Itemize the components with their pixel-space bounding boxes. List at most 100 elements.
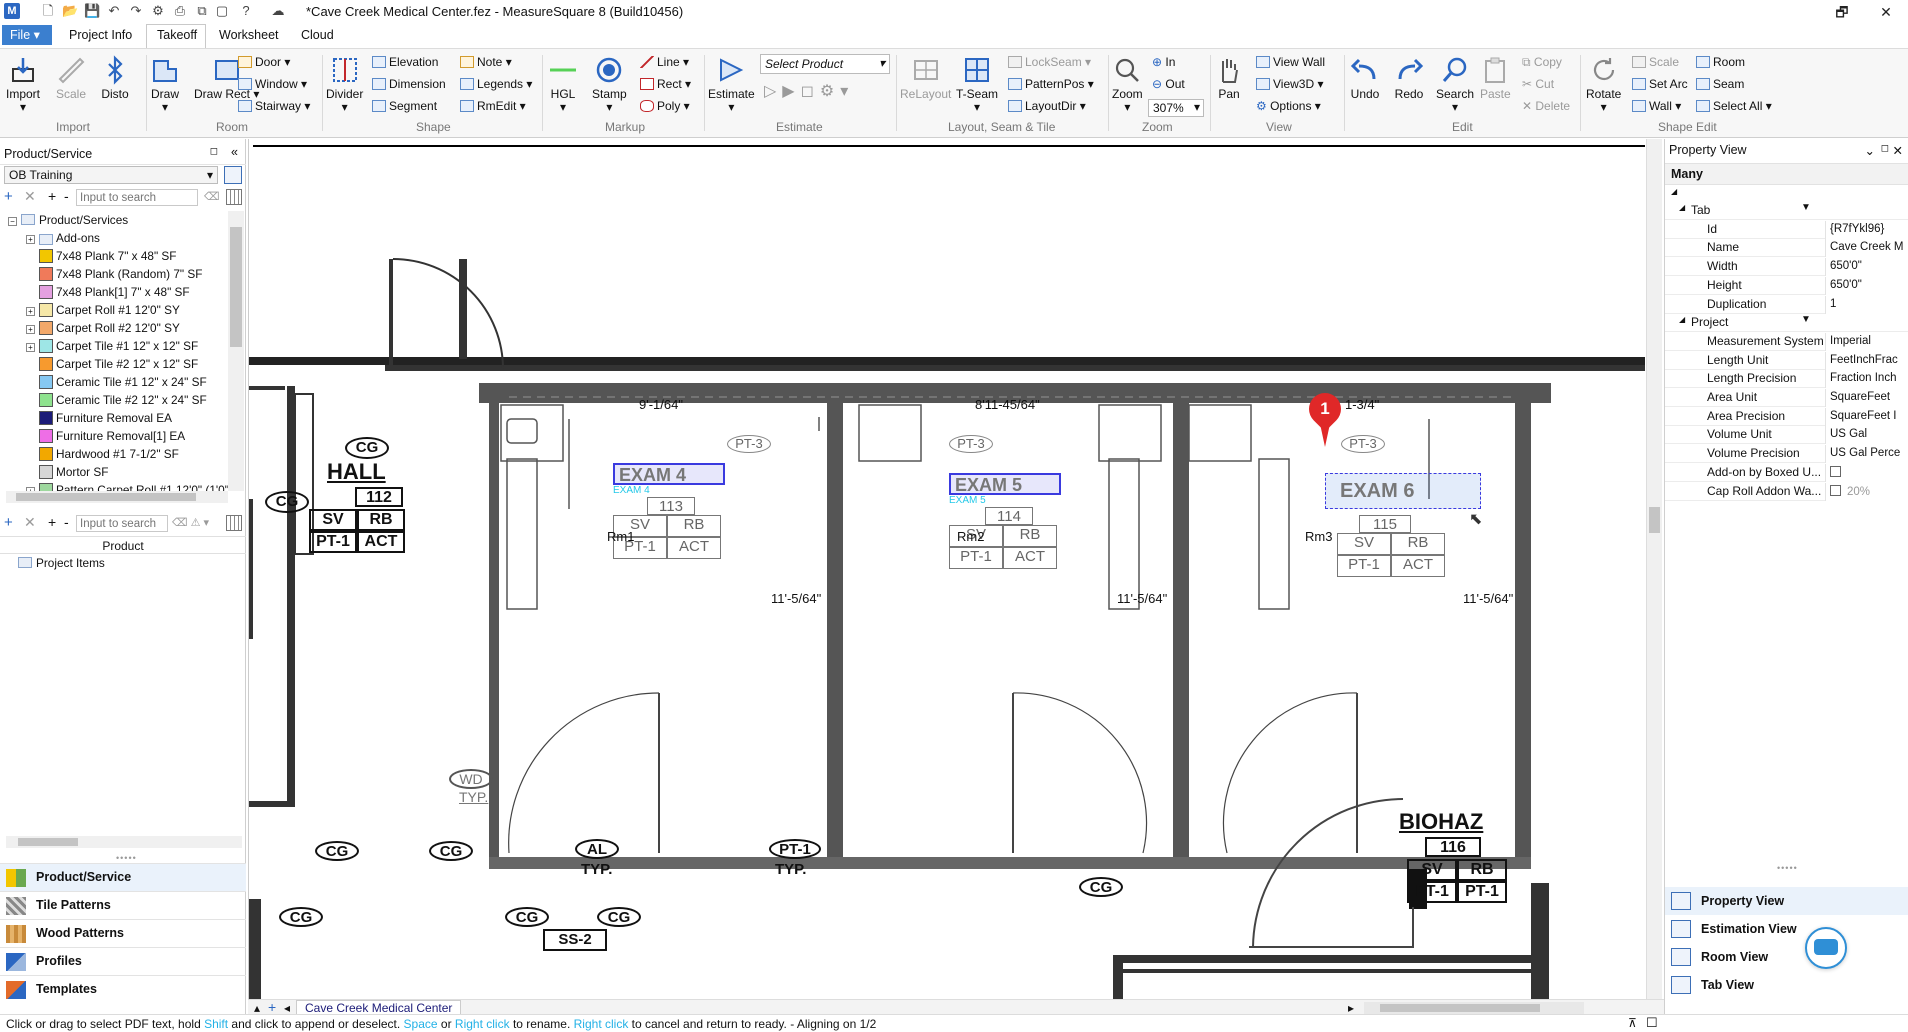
tab-project-info[interactable]: Project Info bbox=[69, 28, 132, 42]
seam-button[interactable]: Seam bbox=[1696, 76, 1744, 92]
property-value[interactable]: {R7fYkl96} bbox=[1825, 220, 1908, 239]
expand-icon[interactable]: + bbox=[26, 235, 35, 244]
list-item[interactable]: +Ceramic Tile #2 12" x 24" SF bbox=[26, 391, 207, 409]
expand-icon[interactable]: + bbox=[26, 325, 35, 334]
filter-icon[interactable]: ▼ bbox=[1801, 202, 1811, 213]
draw-button[interactable]: Draw ▾ bbox=[150, 55, 180, 114]
remove-item-icon[interactable]: ✕ bbox=[24, 514, 36, 531]
project-search-input[interactable] bbox=[76, 515, 168, 532]
property-value[interactable]: Fraction Inch bbox=[1825, 370, 1908, 389]
property-value[interactable]: Cave Creek M bbox=[1825, 239, 1908, 258]
list-item[interactable]: + Carpet Roll #2 12'0" SY bbox=[26, 319, 180, 337]
stairway-button[interactable]: Stairway ▾ bbox=[238, 98, 310, 114]
list-item[interactable]: +Hardwood #1 7-1/2" SF bbox=[26, 445, 179, 463]
section-arrow-icon[interactable]: ◢ bbox=[1679, 203, 1685, 212]
nav-profiles[interactable]: Profiles bbox=[0, 947, 246, 975]
list-item[interactable]: +Furniture Removal EA bbox=[26, 409, 172, 427]
copy-list-icon[interactable] bbox=[224, 166, 242, 184]
add-icon[interactable]: + bbox=[4, 188, 13, 205]
patternpos-button[interactable]: PatternPos ▾ bbox=[1008, 76, 1094, 92]
elevation-button[interactable]: Elevation bbox=[372, 54, 438, 70]
list-item[interactable]: + Carpet Tile #1 12" x 12" SF bbox=[26, 337, 198, 355]
legends-button[interactable]: Legends ▾ bbox=[460, 76, 532, 92]
cloud-icon[interactable]: ☁ bbox=[270, 3, 286, 19]
exam-tag-selected[interactable]: EXAM 5 bbox=[949, 473, 1061, 495]
filter-icon[interactable]: ▼ bbox=[1801, 314, 1811, 325]
estimate-button[interactable]: Estimate ▾ bbox=[708, 55, 755, 114]
shape-scale-button[interactable]: Scale bbox=[1632, 54, 1679, 70]
nav-product-service[interactable]: Product/Service bbox=[0, 863, 246, 891]
property-value[interactable]: FeetInchFrac bbox=[1825, 351, 1908, 370]
open-folder-icon[interactable]: 📂 bbox=[62, 3, 78, 19]
hgl-button[interactable]: HGL ▾ bbox=[548, 55, 578, 114]
tab-takeoff[interactable]: Takeoff bbox=[157, 28, 197, 42]
paste-button[interactable]: Paste bbox=[1480, 55, 1511, 101]
new-file-icon[interactable]: 🗋 bbox=[40, 3, 56, 19]
exam-tag-hovered[interactable]: EXAM 6 bbox=[1325, 473, 1481, 509]
checkbox[interactable] bbox=[1830, 465, 1841, 477]
collapse-all-icon[interactable]: - bbox=[64, 188, 69, 204]
property-value[interactable]: Imperial bbox=[1825, 332, 1908, 351]
tree-root[interactable]: − Product/Services bbox=[8, 211, 128, 229]
select-product-dropdown[interactable]: Select Product ▾ bbox=[760, 54, 890, 74]
pin-icon[interactable]: ◻ bbox=[1881, 143, 1889, 154]
tab-worksheet[interactable]: Worksheet bbox=[219, 28, 279, 42]
select-all-button[interactable]: Select All ▾ bbox=[1696, 98, 1772, 114]
dimension-button[interactable]: Dimension bbox=[372, 76, 446, 92]
redo-quick-icon[interactable]: ↷ bbox=[128, 3, 144, 19]
list-item[interactable]: +7x48 Plank[1] 7" x 48" SF bbox=[26, 283, 190, 301]
disto-button[interactable]: Disto bbox=[100, 55, 130, 101]
add-tab-icon[interactable]: + bbox=[268, 999, 276, 1015]
view-wall-button[interactable]: View Wall bbox=[1256, 54, 1325, 70]
line-button[interactable]: Line ▾ bbox=[640, 54, 689, 70]
stamp-button[interactable]: Stamp ▾ bbox=[592, 55, 627, 114]
items-grid-icon[interactable] bbox=[226, 515, 242, 531]
list-item[interactable]: +Carpet Tile #2 12" x 12" SF bbox=[26, 355, 198, 373]
undo-button[interactable]: Undo bbox=[1350, 55, 1380, 101]
nav-room-view[interactable]: Room View bbox=[1665, 943, 1908, 971]
items-hscrollbar[interactable] bbox=[6, 836, 242, 848]
close-icon[interactable]: ✕ bbox=[1893, 143, 1903, 158]
copy-quick-icon[interactable]: ⧉ bbox=[194, 3, 210, 19]
relayout-button[interactable]: ReLayout bbox=[900, 55, 951, 101]
list-item[interactable]: +7x48 Plank 7" x 48" SF bbox=[26, 247, 177, 265]
save-icon[interactable]: 💾 bbox=[84, 3, 100, 19]
nav-templates[interactable]: Templates bbox=[0, 975, 246, 1003]
filter-icon[interactable]: ⌫ ⚠ ▾ bbox=[172, 516, 209, 529]
minimize-panel-icon[interactable]: ⊼ bbox=[1628, 1016, 1637, 1030]
gear-icon[interactable]: ⚙ bbox=[150, 3, 166, 19]
canvas-hscrollbar[interactable] bbox=[1364, 1002, 1584, 1014]
tab-cloud[interactable]: Cloud bbox=[301, 28, 334, 42]
chat-support-button[interactable] bbox=[1805, 927, 1847, 969]
rect-button[interactable]: Rect ▾ bbox=[640, 76, 691, 92]
room-label[interactable]: Rm3 bbox=[1305, 529, 1332, 544]
property-value[interactable]: 650'0" bbox=[1825, 258, 1908, 277]
undo-quick-icon[interactable]: ↶ bbox=[106, 3, 122, 19]
property-value[interactable]: SquareFeet bbox=[1825, 389, 1908, 407]
rmedit-button[interactable]: RmEdit ▾ bbox=[460, 98, 526, 114]
t-seam-button[interactable]: T-Seam ▾ bbox=[956, 55, 998, 114]
nav-wood-patterns[interactable]: Wood Patterns bbox=[0, 919, 246, 947]
list-item[interactable]: +Furniture Removal[1] EA bbox=[26, 427, 185, 445]
product-list-dropdown[interactable]: OB Training ▾ bbox=[4, 166, 218, 184]
product-search-input[interactable] bbox=[76, 189, 198, 206]
print-icon[interactable]: ⎙ bbox=[172, 3, 188, 19]
cut-button[interactable]: ✂ Cut bbox=[1522, 76, 1554, 92]
file-menu[interactable]: File ▾ bbox=[2, 25, 52, 45]
dropdown-icon[interactable]: ⌄ bbox=[1865, 143, 1875, 158]
drawing-canvas[interactable]: CG CG HALL 112 SV RB PT-1 ACT PT-3 PT-3 … bbox=[248, 139, 1664, 999]
copy-button[interactable]: ⧉ Copy bbox=[1522, 54, 1562, 70]
expand-icon[interactable]: + bbox=[26, 307, 35, 316]
door-button[interactable]: Door ▾ bbox=[238, 54, 290, 70]
list-item[interactable]: +7x48 Plank (Random) 7" SF bbox=[26, 265, 202, 283]
property-value[interactable]: US Gal bbox=[1825, 426, 1908, 445]
list-item[interactable]: +Pattern Carpet Roll #1 12'0" (1'0" bbox=[26, 481, 228, 491]
splitter-grip[interactable]: ••••• bbox=[116, 853, 137, 863]
property-value[interactable]: 1 bbox=[1825, 295, 1908, 314]
search-button[interactable]: Search ▾ bbox=[1436, 55, 1474, 114]
segment-button[interactable]: Segment bbox=[372, 98, 437, 114]
grid-view-icon[interactable] bbox=[226, 189, 242, 205]
list-item[interactable]: +Mortor SF bbox=[26, 463, 108, 481]
add-item-icon[interactable]: + bbox=[4, 514, 13, 531]
room-label[interactable]: Rm1 bbox=[607, 529, 634, 544]
